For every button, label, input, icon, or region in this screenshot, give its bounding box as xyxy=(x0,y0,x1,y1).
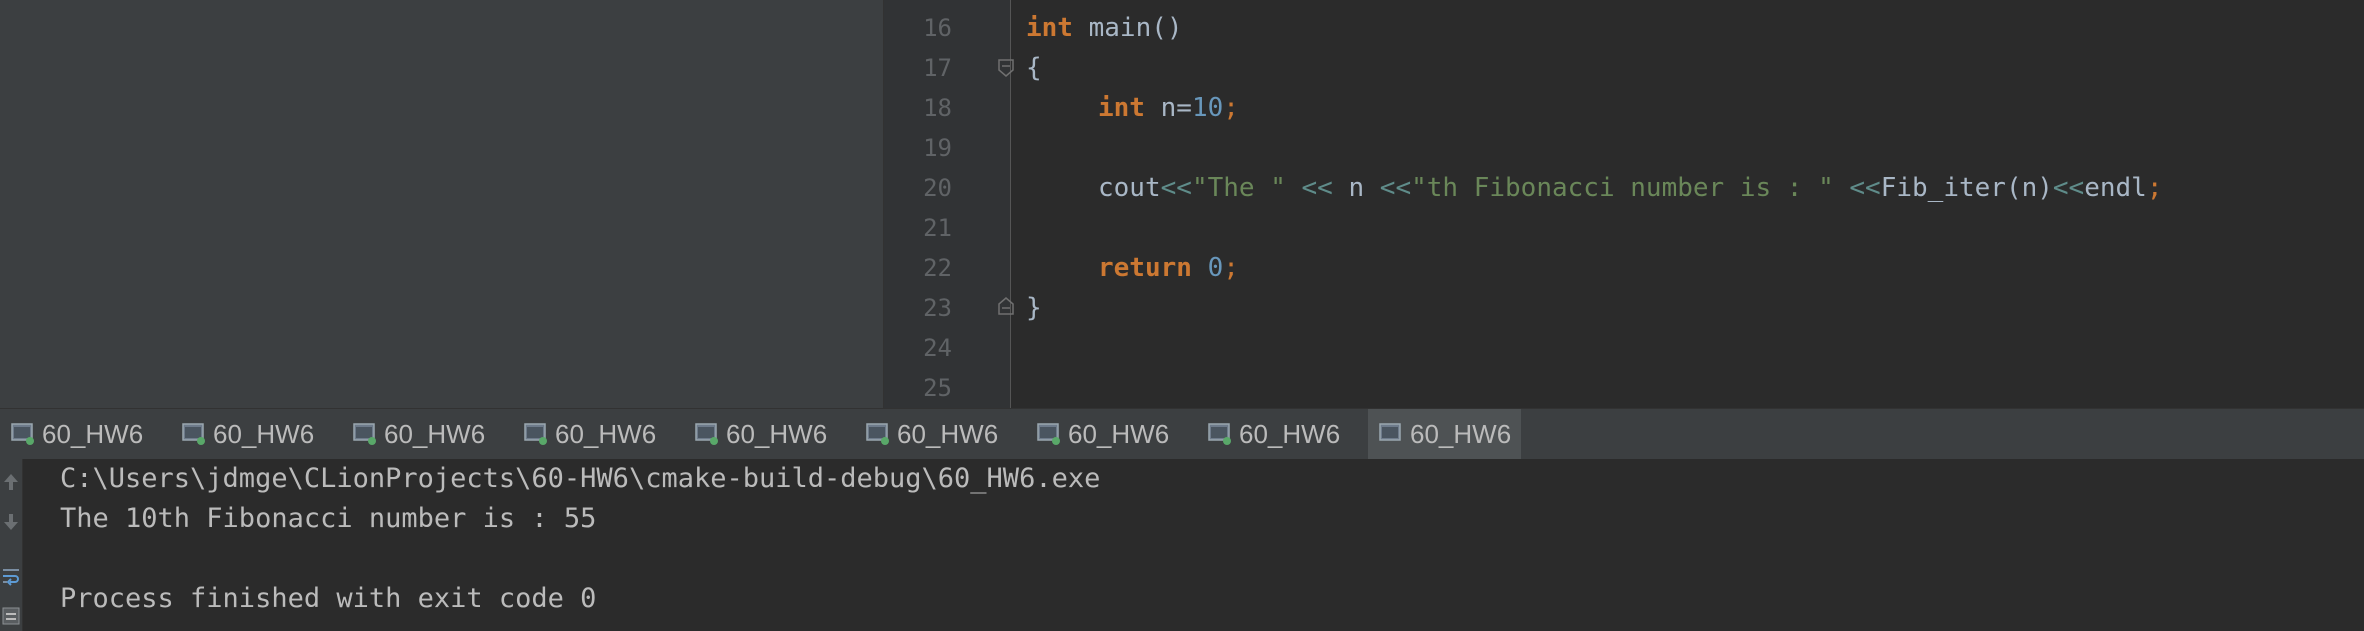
project-panel xyxy=(0,0,884,408)
run-tab-label: 60_HW6 xyxy=(555,418,657,449)
run-tab[interactable]: 60_HW6 xyxy=(171,409,324,459)
line-number: 16 xyxy=(923,14,952,42)
run-tabs-bar: 60_HW6 60_HW6 60_HW6 60_HW6 60_HW6 60_HW… xyxy=(0,408,2364,460)
run-tab-label: 60_HW6 xyxy=(1068,418,1170,449)
arrow-up-icon[interactable] xyxy=(0,467,22,497)
run-tab-label: 60_HW6 xyxy=(42,418,144,449)
console-toolbar xyxy=(0,459,23,631)
run-tab-label: 60_HW6 xyxy=(726,418,828,449)
brace-open: { xyxy=(1026,53,1042,83)
console-window-icon xyxy=(181,422,207,446)
run-tab-label: 60_HW6 xyxy=(1239,418,1341,449)
string-literal: "th Fibonacci number is : " xyxy=(1411,173,1834,203)
code-line: int n=10; xyxy=(1026,88,1239,128)
line-number: 24 xyxy=(923,334,952,362)
function-signature: main() xyxy=(1072,13,1183,43)
console-window-icon xyxy=(523,422,549,446)
string-literal: "The " xyxy=(1191,173,1286,203)
identifier: cout xyxy=(1098,173,1161,203)
identifier: n xyxy=(1348,173,1365,203)
console-window-icon xyxy=(1378,422,1404,446)
console-window-icon xyxy=(1207,422,1233,446)
code-line: { xyxy=(1026,48,1042,88)
line-number: 20 xyxy=(923,174,952,202)
editor-area: 16 17 18 19 20 21 22 23 24 25 int main()… xyxy=(0,0,2364,408)
code-editor[interactable]: int main() { int n=10; cout<<"The " << n… xyxy=(1026,0,2364,408)
ide-window: 16 17 18 19 20 21 22 23 24 25 int main()… xyxy=(0,0,2364,631)
operator: << xyxy=(1285,173,1349,203)
scroll-end-icon[interactable] xyxy=(0,601,22,631)
operator: << xyxy=(1364,173,1412,203)
line-number: 22 xyxy=(923,254,952,282)
console-command-line: C:\Users\jdmge\CLionProjects\60-HW6\cmak… xyxy=(60,463,1101,494)
run-tab-label: 60_HW6 xyxy=(384,418,486,449)
console-output-line: The 10th Fibonacci number is : 55 xyxy=(60,503,597,534)
operator: << xyxy=(1160,173,1192,203)
number-literal: 0 xyxy=(1191,253,1224,283)
console-window-icon xyxy=(10,422,36,446)
console-window-icon xyxy=(1036,422,1062,446)
fold-start-icon[interactable] xyxy=(998,59,1014,77)
variable: n= xyxy=(1144,93,1192,123)
code-line: int main() xyxy=(1026,8,1183,48)
line-number: 23 xyxy=(923,294,952,322)
operator: << xyxy=(2052,173,2085,203)
code-line: cout<<"The " << n <<"th Fibonacci number… xyxy=(1026,168,2163,208)
run-tab-label: 60_HW6 xyxy=(213,418,315,449)
keyword: int xyxy=(1098,93,1145,123)
run-tab[interactable]: 60_HW6 xyxy=(855,409,1008,459)
line-number: 19 xyxy=(923,134,952,162)
run-tab-label: 60_HW6 xyxy=(1410,418,1512,449)
console-panel: C:\Users\jdmge\CLionProjects\60-HW6\cmak… xyxy=(0,459,2364,631)
run-tab[interactable]: 60_HW6 xyxy=(684,409,837,459)
console-window-icon xyxy=(694,422,720,446)
line-number: 18 xyxy=(923,94,952,122)
run-tab[interactable]: 60_HW6 xyxy=(1026,409,1179,459)
line-number: 17 xyxy=(923,54,952,82)
console-exit-line: Process finished with exit code 0 xyxy=(60,583,597,614)
console-window-icon xyxy=(865,422,891,446)
code-line: return 0; xyxy=(1026,248,1239,288)
run-tab-active[interactable]: 60_HW6 xyxy=(1368,409,1522,459)
arrow-down-icon[interactable] xyxy=(0,507,22,537)
code-line: } xyxy=(1026,288,1042,328)
console-window-icon xyxy=(352,422,378,446)
semicolon: ; xyxy=(1223,253,1239,283)
operator: << xyxy=(1833,173,1881,203)
identifier: endl xyxy=(2084,173,2147,203)
keyword: return xyxy=(1098,253,1192,283)
soft-wrap-icon[interactable] xyxy=(0,561,22,591)
number-literal: 10 xyxy=(1191,93,1224,123)
semicolon: ; xyxy=(1223,93,1239,123)
editor-gutter: 16 17 18 19 20 21 22 23 24 25 xyxy=(884,0,1014,408)
line-number: 21 xyxy=(923,214,952,242)
line-number: 25 xyxy=(923,374,952,402)
run-tab[interactable]: 60_HW6 xyxy=(513,409,666,459)
brace-close: } xyxy=(1026,293,1042,323)
semicolon: ; xyxy=(2146,173,2163,203)
keyword: int xyxy=(1026,13,1073,43)
fold-end-icon[interactable] xyxy=(998,297,1014,315)
function-call: Fib_iter(n) xyxy=(1880,173,2053,203)
run-tab[interactable]: 60_HW6 xyxy=(0,409,153,459)
run-tab[interactable]: 60_HW6 xyxy=(1197,409,1350,459)
run-tab-label: 60_HW6 xyxy=(897,418,999,449)
run-tab[interactable]: 60_HW6 xyxy=(342,409,495,459)
